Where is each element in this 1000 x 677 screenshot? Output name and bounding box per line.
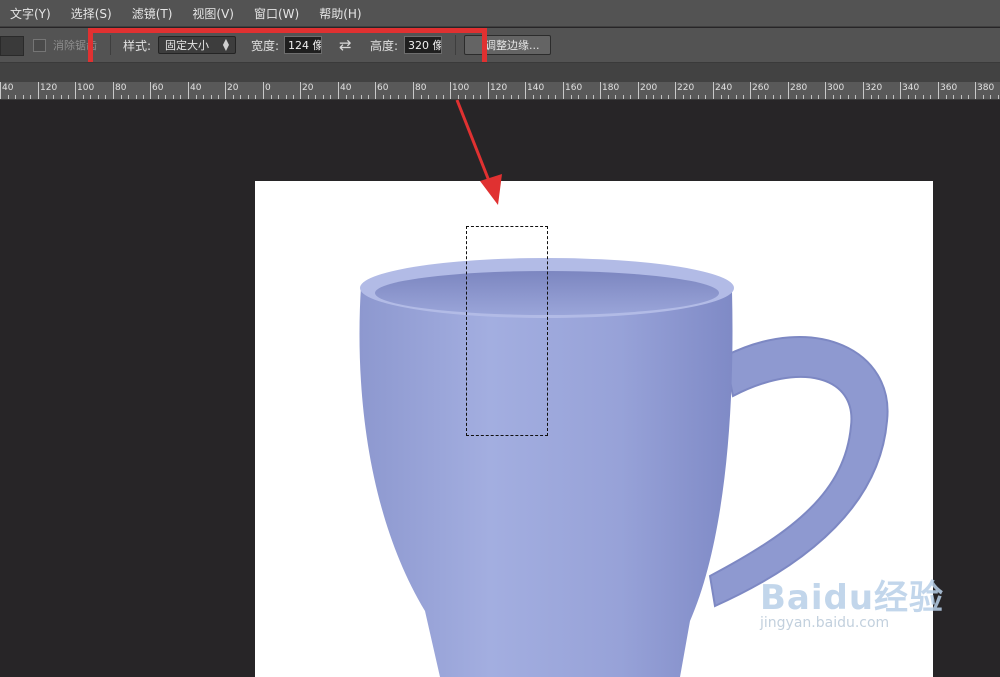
watermark-logo: Baidu经验 [760,578,945,618]
watermark-url: jingyan.baidu.com [760,615,890,631]
watermark: Baidu经验 jingyan.baidu.com [760,570,944,631]
